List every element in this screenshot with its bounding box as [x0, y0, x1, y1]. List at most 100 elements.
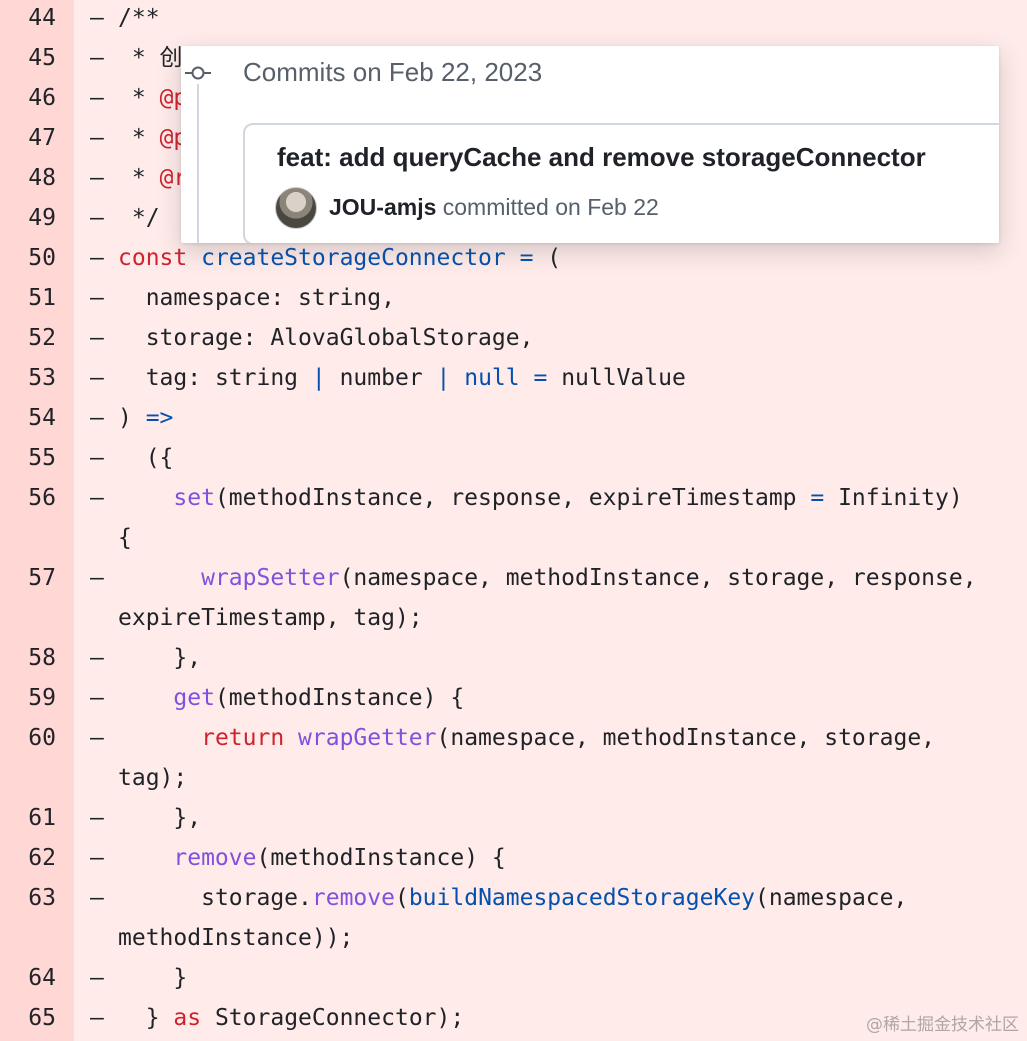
code-line: tag: string | number | null = nullValue — [118, 358, 1017, 398]
line-number[interactable]: 54 — [0, 398, 56, 438]
code-token: ( — [394, 885, 409, 911]
code-token: storage. — [118, 885, 312, 911]
commit-title-link[interactable]: feat: add queryCache and remove storageC… — [277, 139, 926, 175]
code-token: remove — [173, 845, 257, 871]
code-line: } — [118, 958, 1017, 998]
line-number[interactable]: 52 — [0, 318, 56, 358]
code-token: = — [533, 365, 548, 391]
deletion-marker: – — [90, 725, 104, 751]
line-number[interactable]: 59 — [0, 678, 56, 718]
code-line: const createStorageConnector = ( — [118, 238, 1017, 278]
line-number[interactable]: 49 — [0, 198, 56, 238]
code-token: * — [118, 85, 160, 111]
commit-author-link[interactable]: JOU-amjs — [329, 194, 436, 220]
commit-action-text: committed on Feb 22 — [436, 194, 659, 220]
code-token: const — [118, 245, 202, 271]
deletion-marker: – — [90, 885, 104, 911]
code-token: buildNamespacedStorageKey — [408, 885, 756, 911]
deletion-marker: – — [90, 365, 104, 391]
code-line: ({ — [118, 438, 1017, 478]
deletion-marker: – — [90, 645, 104, 671]
line-number[interactable]: 47 — [0, 118, 56, 158]
commit-card[interactable]: feat: add queryCache and remove storageC… — [243, 123, 999, 243]
deletion-marker: – — [90, 5, 104, 31]
code-token: (methodInstance) { — [256, 845, 506, 871]
deletion-marker: – — [90, 565, 104, 591]
code-token: /** — [118, 5, 160, 31]
line-number[interactable]: 65 — [0, 998, 56, 1038]
code-line: remove(methodInstance) { — [118, 838, 1017, 878]
code-token: }, — [118, 805, 202, 831]
code-line: get(methodInstance) { — [118, 678, 1017, 718]
code-line: /** — [118, 0, 1017, 38]
code-token: (namespace, methodInstance, storage, — [436, 725, 936, 751]
line-number[interactable]: 61 — [0, 798, 56, 838]
code-line-wrap: expireTimestamp, tag); — [118, 598, 1017, 638]
deletion-marker: – — [90, 325, 104, 351]
deletion-marker: – — [90, 85, 104, 111]
line-number[interactable]: 58 — [0, 638, 56, 678]
code-token: }, — [118, 645, 202, 671]
code-line-wrap: tag); — [118, 758, 1017, 798]
code-token: tag); — [118, 765, 188, 791]
commits-date-heading: Commits on Feb 22, 2023 — [243, 57, 543, 87]
code-token: (methodInstance) { — [214, 685, 465, 711]
code-token: get — [173, 685, 215, 711]
code-token: = — [505, 245, 548, 271]
avatar[interactable] — [275, 187, 317, 229]
code-line: namespace: string, — [118, 278, 1017, 318]
code-token: methodInstance)); — [118, 925, 354, 951]
code-token: createStorageConnector — [201, 245, 506, 271]
code-token: null — [464, 365, 520, 391]
code-token: number — [325, 365, 437, 391]
git-commit-icon — [185, 66, 211, 80]
line-number[interactable]: 44 — [0, 0, 56, 38]
timeline-line — [197, 84, 199, 243]
code-token: tag: string — [118, 365, 312, 391]
code-token: * — [118, 165, 160, 191]
deletion-marker: – — [90, 205, 104, 231]
line-number[interactable]: 62 — [0, 838, 56, 878]
line-number[interactable]: 50 — [0, 238, 56, 278]
code-line: return wrapGetter(namespace, methodInsta… — [118, 718, 1017, 798]
line-number[interactable]: 56 — [0, 478, 56, 518]
line-number[interactable]: 60 — [0, 718, 56, 758]
code-token: * — [118, 125, 160, 151]
deletion-marker: – — [90, 1005, 104, 1031]
deletion-marker: – — [90, 845, 104, 871]
code-token: StorageConnector); — [214, 1005, 465, 1031]
line-number[interactable]: 63 — [0, 878, 56, 918]
code-token: = — [810, 485, 825, 511]
code-line-wrap: methodInstance)); — [118, 918, 1017, 958]
code-token: (namespace, — [755, 885, 908, 911]
line-number[interactable]: 45 — [0, 38, 56, 78]
code-token: } — [118, 1005, 174, 1031]
code-token: nullValue — [547, 365, 686, 391]
line-number[interactable]: 57 — [0, 558, 56, 598]
deletion-marker: – — [90, 45, 104, 71]
code-token: storage: AlovaGlobalStorage, — [118, 325, 534, 351]
line-number[interactable]: 46 — [0, 78, 56, 118]
code-token: Infinity) — [824, 485, 963, 511]
code-line: }, — [118, 798, 1017, 838]
deletion-marker: – — [90, 805, 104, 831]
deletion-marker: – — [90, 485, 104, 511]
code-token: wrapSetter — [201, 565, 340, 591]
line-number[interactable]: 48 — [0, 158, 56, 198]
code-token: { — [118, 525, 132, 551]
code-line-wrap: { — [118, 518, 1017, 558]
code-token: expireTimestamp, tag); — [118, 605, 423, 631]
code-line: }, — [118, 638, 1017, 678]
line-number[interactable]: 55 — [0, 438, 56, 478]
code-token: ( — [547, 245, 562, 271]
code-line: storage.remove(buildNamespacedStorageKey… — [118, 878, 1017, 958]
code-token: namespace: string, — [118, 285, 395, 311]
code-token: ) — [118, 405, 146, 431]
line-number[interactable]: 64 — [0, 958, 56, 998]
line-number[interactable]: 53 — [0, 358, 56, 398]
deletion-marker: – — [90, 685, 104, 711]
line-number[interactable]: 51 — [0, 278, 56, 318]
